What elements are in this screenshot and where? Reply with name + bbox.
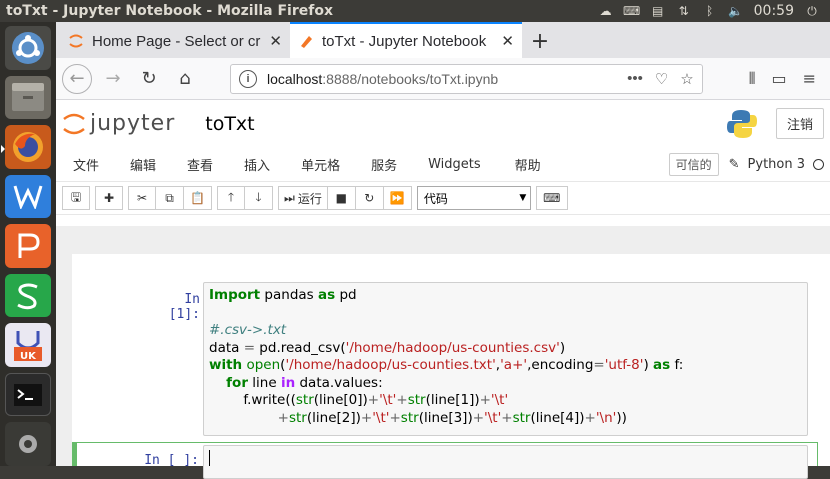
sidebar-icon[interactable]: ▭ xyxy=(771,69,786,88)
terminal-icon[interactable] xyxy=(5,372,51,417)
code-cell-2[interactable]: In [ ]: xyxy=(72,442,818,479)
files-icon[interactable] xyxy=(5,75,51,120)
library-icon[interactable]: ⫴ xyxy=(749,69,756,89)
launcher: UK xyxy=(0,22,56,467)
menu-cell[interactable]: 单元格 xyxy=(301,155,340,174)
copy-cells-button[interactable]: ⧉ xyxy=(156,186,184,210)
firefox-window: Home Page - Select or cre ✕ toTxt - Jupy… xyxy=(56,22,830,479)
forward-button[interactable]: → xyxy=(98,64,128,94)
menu-file[interactable]: 文件 xyxy=(73,155,99,174)
move-up-button[interactable]: 🡑 xyxy=(217,186,245,210)
jupyter-logo[interactable]: jupyter xyxy=(62,110,175,138)
notebook-page: In [1]: Import pandas as pd #.csv->.txt … xyxy=(72,254,830,479)
edit-mode-pencil-icon: ✎ xyxy=(728,156,740,172)
menu-edit[interactable]: 编辑 xyxy=(130,155,156,174)
settings-icon[interactable] xyxy=(5,422,51,467)
jupyter-favicon xyxy=(69,34,83,48)
clipboard-icon[interactable]: ▤ xyxy=(650,4,666,18)
close-tab-icon[interactable]: ✕ xyxy=(269,32,282,50)
tab-label: toTxt - Jupyter Notebook xyxy=(322,32,487,50)
menu-kernel[interactable]: 服务 xyxy=(371,155,397,174)
new-tab-button[interactable]: + xyxy=(522,24,558,58)
wps-presentation-icon[interactable] xyxy=(5,224,51,268)
kernel-idle-indicator-icon xyxy=(813,158,824,170)
restart-run-all-button[interactable]: ⏩ xyxy=(383,186,412,210)
notebook-name[interactable]: toTxt xyxy=(205,113,254,135)
bookmark-star-icon[interactable]: ☆ xyxy=(680,70,693,88)
cell-type-select[interactable]: 代码 ▼ xyxy=(416,186,531,210)
menu-widgets[interactable]: Widgets xyxy=(428,157,481,172)
top-panel: toTxt - Jupyter Notebook - Mozilla Firef… xyxy=(0,0,830,22)
kernel-name: Python 3 xyxy=(747,156,805,172)
menu-view[interactable]: 查看 xyxy=(187,155,213,174)
tab-strip: Home Page - Select or cre ✕ toTxt - Jupy… xyxy=(56,22,830,58)
clock[interactable]: 00:59 xyxy=(754,3,794,19)
hamburger-menu-icon[interactable]: ≡ xyxy=(803,69,816,88)
bluetooth-icon[interactable]: ᛒ xyxy=(702,4,718,18)
code-cell-2-input[interactable] xyxy=(203,445,808,479)
keyboard-icon[interactable]: ⌨ xyxy=(623,4,640,18)
jupyter-wordmark: jupyter xyxy=(90,111,176,136)
tab-home-page[interactable]: Home Page - Select or cre ✕ xyxy=(60,24,290,58)
text-cursor xyxy=(209,450,210,466)
restart-kernel-button[interactable]: ↻ xyxy=(355,186,384,210)
paste-cells-button[interactable]: 📋 xyxy=(184,186,212,210)
trusted-indicator[interactable]: 可信的 xyxy=(668,152,719,176)
url-bar[interactable]: i localhost:8888/notebooks/toTxt.ipynb •… xyxy=(230,63,703,94)
site-info-icon[interactable]: i xyxy=(239,69,257,88)
interrupt-kernel-button[interactable]: ■ xyxy=(327,186,356,210)
jupyter-logo-icon xyxy=(63,113,85,134)
ukylin-icon[interactable]: UK xyxy=(5,323,51,367)
tab-totxt[interactable]: toTxt - Jupyter Notebook ✕ xyxy=(290,22,522,58)
code-cell-1-input[interactable]: Import pandas as pd #.csv->.txt data = p… xyxy=(203,282,808,436)
run-label: 运行 xyxy=(297,191,322,206)
menu-insert[interactable]: 插入 xyxy=(244,155,270,174)
chevron-down-icon: ▼ xyxy=(519,193,527,203)
wps-writer-icon[interactable] xyxy=(5,174,51,219)
navigation-toolbar: ← → ↻ ⌂ i localhost:8888/notebooks/toTxt… xyxy=(56,58,830,100)
logout-button[interactable]: 注销 xyxy=(775,108,824,139)
move-down-button[interactable]: 🡓 xyxy=(245,186,273,210)
reload-button[interactable]: ↻ xyxy=(134,64,164,94)
notebook-container: In [1]: Import pandas as pd #.csv->.txt … xyxy=(56,226,830,479)
weather-icon[interactable]: ☁ xyxy=(598,4,614,18)
dash-icon[interactable] xyxy=(5,26,51,70)
network-icon[interactable]: ⇅ xyxy=(676,4,692,18)
insert-cell-below-button[interactable]: ✚ xyxy=(95,186,123,210)
close-tab-icon[interactable]: ✕ xyxy=(501,32,514,50)
cell-type-value: 代码 xyxy=(423,191,448,206)
save-button[interactable]: 🖫 xyxy=(62,186,90,210)
jupyter-toolbar: 🖫 ✚ ✂ ⧉ 📋 🡑 🡓 ⏭ 运行 ■ ↻ ⏩ 代码 ▼ ⌨ xyxy=(56,182,830,215)
window-title: toTxt - Jupyter Notebook - Mozilla Firef… xyxy=(6,3,333,19)
url-host: localhost xyxy=(267,70,323,87)
page-actions-icon[interactable]: ••• xyxy=(627,70,643,87)
svg-text:UK: UK xyxy=(20,351,37,362)
power-icon[interactable]: ⏻ xyxy=(804,4,820,18)
command-palette-button[interactable]: ⌨ xyxy=(535,186,568,210)
notebook-favicon xyxy=(301,36,312,48)
wps-spreadsheet-icon[interactable] xyxy=(5,273,51,318)
pocket-icon[interactable]: ♡ xyxy=(655,70,668,88)
menu-help[interactable]: 帮助 xyxy=(515,155,541,174)
system-tray: ☁ ⌨ ▤ ⇅ ᛒ 🔈 00:59 ⏻ xyxy=(598,3,830,19)
home-button[interactable]: ⌂ xyxy=(170,64,200,94)
jupyter-menubar: 文件 编辑 查看 插入 单元格 服务 Widgets 帮助 可信的 ✎ Pyth… xyxy=(56,147,830,182)
jupyter-header: jupyter toTxt 注销 xyxy=(56,100,830,147)
back-button[interactable]: ← xyxy=(62,63,92,94)
run-icon: ⏭ xyxy=(284,190,295,205)
url-path: :8888/notebooks/toTxt.ipynb xyxy=(322,70,499,87)
cut-cells-button[interactable]: ✂ xyxy=(128,186,156,210)
tab-label: Home Page - Select or cre xyxy=(92,32,262,50)
run-button[interactable]: ⏭ 运行 xyxy=(278,186,328,210)
volume-icon[interactable]: 🔈 xyxy=(728,4,744,18)
cell-prompt: In [1]: xyxy=(168,292,200,322)
python-logo-icon xyxy=(726,109,757,138)
firefox-icon[interactable] xyxy=(1,125,51,169)
